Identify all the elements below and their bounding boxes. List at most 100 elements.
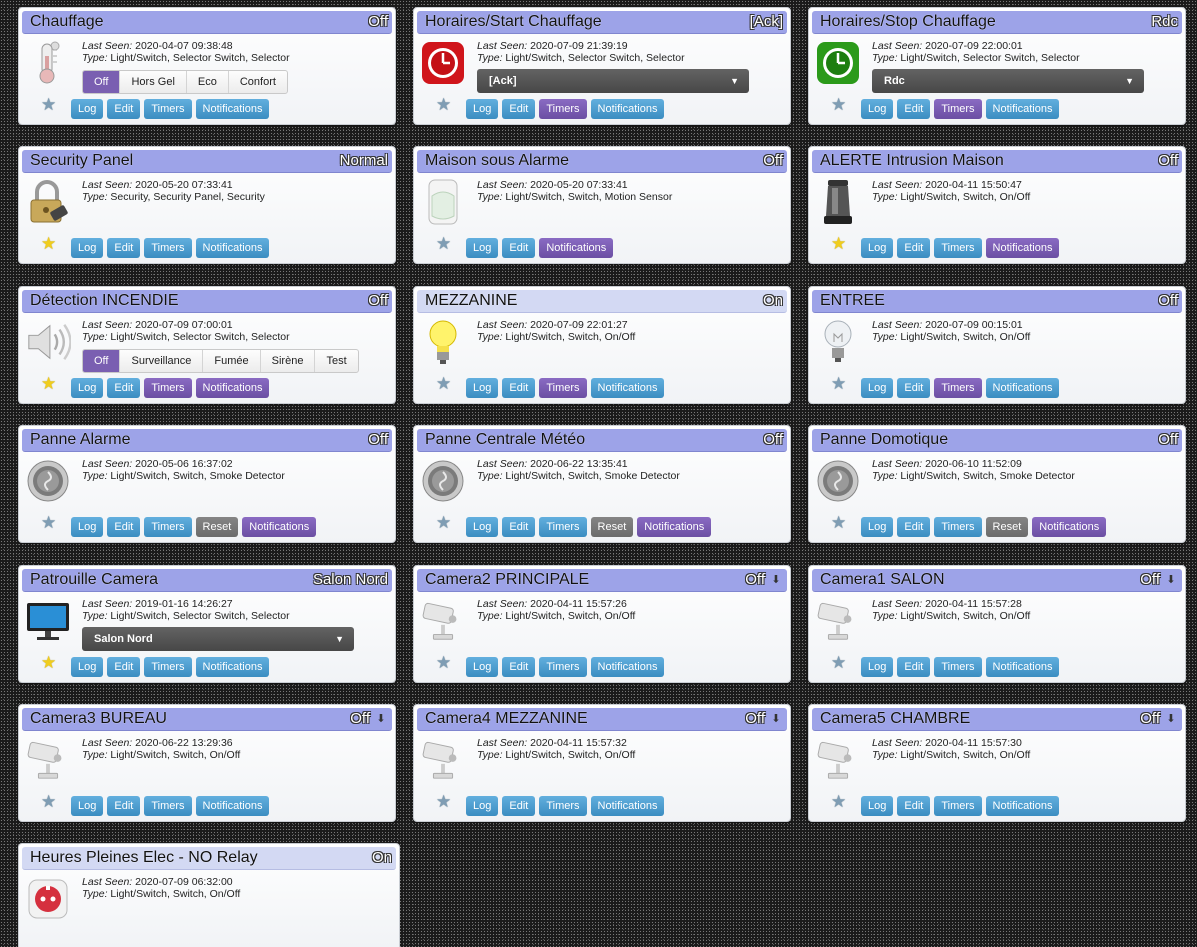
selector-option[interactable]: Test <box>315 350 357 372</box>
log-button[interactable]: Log <box>466 99 499 119</box>
log-button[interactable]: Log <box>861 238 894 258</box>
device-status[interactable]: Rdc <box>1151 13 1178 30</box>
notifications-button[interactable]: Notifications <box>195 378 270 398</box>
timers-button[interactable]: Timers <box>539 657 587 677</box>
edit-button[interactable]: Edit <box>502 657 536 677</box>
timers-button[interactable]: Timers <box>144 99 192 119</box>
padlock-icon[interactable] <box>25 177 71 227</box>
timers-button[interactable]: Timers <box>934 238 982 258</box>
log-button[interactable]: Log <box>466 517 499 537</box>
log-button[interactable]: Log <box>861 99 894 119</box>
favorite-star-icon[interactable]: ★ <box>831 235 846 252</box>
notifications-button[interactable]: Notifications <box>195 238 270 258</box>
selector-dropdown[interactable]: Salon Nord ▼ <box>82 627 354 651</box>
notifications-button[interactable]: Notifications <box>242 517 317 537</box>
selector-option[interactable]: Off <box>83 350 121 372</box>
notifications-button[interactable]: Notifications <box>985 796 1060 816</box>
selector-option[interactable]: Surveillance <box>120 350 204 372</box>
edit-button[interactable]: Edit <box>107 99 141 119</box>
timers-button[interactable]: Timers <box>934 657 982 677</box>
log-button[interactable]: Log <box>466 238 499 258</box>
log-button[interactable]: Log <box>861 517 894 537</box>
device-status[interactable]: Off <box>350 710 370 727</box>
favorite-star-icon[interactable]: ★ <box>41 514 56 531</box>
device-status[interactable]: Off <box>368 292 388 309</box>
favorite-star-icon[interactable]: ★ <box>41 235 56 252</box>
notifications-button[interactable]: Notifications <box>590 99 665 119</box>
device-status[interactable]: Off <box>1140 571 1160 588</box>
timers-button[interactable]: Timers <box>539 378 587 398</box>
notifications-button[interactable]: Notifications <box>195 99 270 119</box>
download-icon[interactable]: ⬇ <box>1165 712 1177 726</box>
smoke-detector-icon[interactable] <box>420 456 466 506</box>
log-button[interactable]: Log <box>861 378 894 398</box>
timers-button[interactable]: Timers <box>144 796 192 816</box>
reset-button[interactable]: Reset <box>985 517 1029 537</box>
favorite-star-icon[interactable]: ★ <box>831 96 846 113</box>
favorite-star-icon[interactable]: ★ <box>41 96 56 113</box>
notifications-button[interactable]: Notifications <box>985 657 1060 677</box>
notifications-button[interactable]: Notifications <box>985 378 1060 398</box>
notifications-button[interactable]: Notifications <box>590 796 665 816</box>
favorite-star-icon[interactable]: ★ <box>831 654 846 671</box>
timers-button[interactable]: Timers <box>934 378 982 398</box>
notifications-button[interactable]: Notifications <box>590 378 665 398</box>
camera-icon[interactable] <box>815 596 861 646</box>
download-icon[interactable]: ⬇ <box>1165 573 1177 587</box>
timers-button[interactable]: Timers <box>539 796 587 816</box>
selector-dropdown[interactable]: Rdc ▼ <box>872 69 1144 93</box>
device-status[interactable]: Off <box>1158 431 1178 448</box>
log-button[interactable]: Log <box>71 238 104 258</box>
device-status[interactable]: On <box>763 292 783 309</box>
timers-button[interactable]: Timers <box>144 657 192 677</box>
edit-button[interactable]: Edit <box>107 378 141 398</box>
edit-button[interactable]: Edit <box>502 796 536 816</box>
device-status[interactable]: Off <box>745 571 765 588</box>
edit-button[interactable]: Edit <box>107 517 141 537</box>
favorite-star-icon[interactable]: ★ <box>831 375 846 392</box>
edit-button[interactable]: Edit <box>897 517 931 537</box>
selector-option[interactable]: Sirène <box>261 350 316 372</box>
log-button[interactable]: Log <box>466 378 499 398</box>
device-status[interactable]: Off <box>763 431 783 448</box>
edit-button[interactable]: Edit <box>107 238 141 258</box>
smoke-detector-icon[interactable] <box>815 456 861 506</box>
edit-button[interactable]: Edit <box>897 378 931 398</box>
device-status[interactable]: Off <box>1140 710 1160 727</box>
log-button[interactable]: Log <box>71 657 104 677</box>
timers-button[interactable]: Timers <box>539 99 587 119</box>
camera-icon[interactable] <box>815 735 861 785</box>
edit-button[interactable]: Edit <box>897 238 931 258</box>
notifications-button[interactable]: Notifications <box>195 796 270 816</box>
favorite-star-icon[interactable]: ★ <box>41 793 56 810</box>
bulb-on-icon[interactable] <box>420 317 466 367</box>
red-clock-icon[interactable] <box>420 38 466 88</box>
download-icon[interactable]: ⬇ <box>770 712 782 726</box>
favorite-star-icon[interactable]: ★ <box>41 375 56 392</box>
log-button[interactable]: Log <box>71 796 104 816</box>
edit-button[interactable]: Edit <box>502 99 536 119</box>
timers-button[interactable]: Timers <box>144 238 192 258</box>
log-button[interactable]: Log <box>71 517 104 537</box>
favorite-star-icon[interactable]: ★ <box>436 793 451 810</box>
favorite-star-icon[interactable]: ★ <box>436 514 451 531</box>
favorite-star-icon[interactable]: ★ <box>436 96 451 113</box>
notifications-button[interactable]: Notifications <box>590 657 665 677</box>
device-status[interactable]: Salon Nord <box>313 571 388 588</box>
log-button[interactable]: Log <box>71 378 104 398</box>
edit-button[interactable]: Edit <box>897 796 931 816</box>
green-clock-icon[interactable] <box>815 38 861 88</box>
favorite-star-icon[interactable]: ★ <box>436 654 451 671</box>
selector-option[interactable]: Hors Gel <box>120 71 187 93</box>
log-button[interactable]: Log <box>861 796 894 816</box>
log-button[interactable]: Log <box>466 657 499 677</box>
notifications-button[interactable]: Notifications <box>985 99 1060 119</box>
selector-dropdown[interactable]: [Ack] ▼ <box>477 69 749 93</box>
log-button[interactable]: Log <box>466 796 499 816</box>
selector-option[interactable]: Confort <box>229 71 287 93</box>
camera-icon[interactable] <box>420 735 466 785</box>
edit-button[interactable]: Edit <box>502 517 536 537</box>
monitor-icon[interactable] <box>25 596 71 646</box>
edit-button[interactable]: Edit <box>897 99 931 119</box>
device-status[interactable]: Off <box>1158 292 1178 309</box>
